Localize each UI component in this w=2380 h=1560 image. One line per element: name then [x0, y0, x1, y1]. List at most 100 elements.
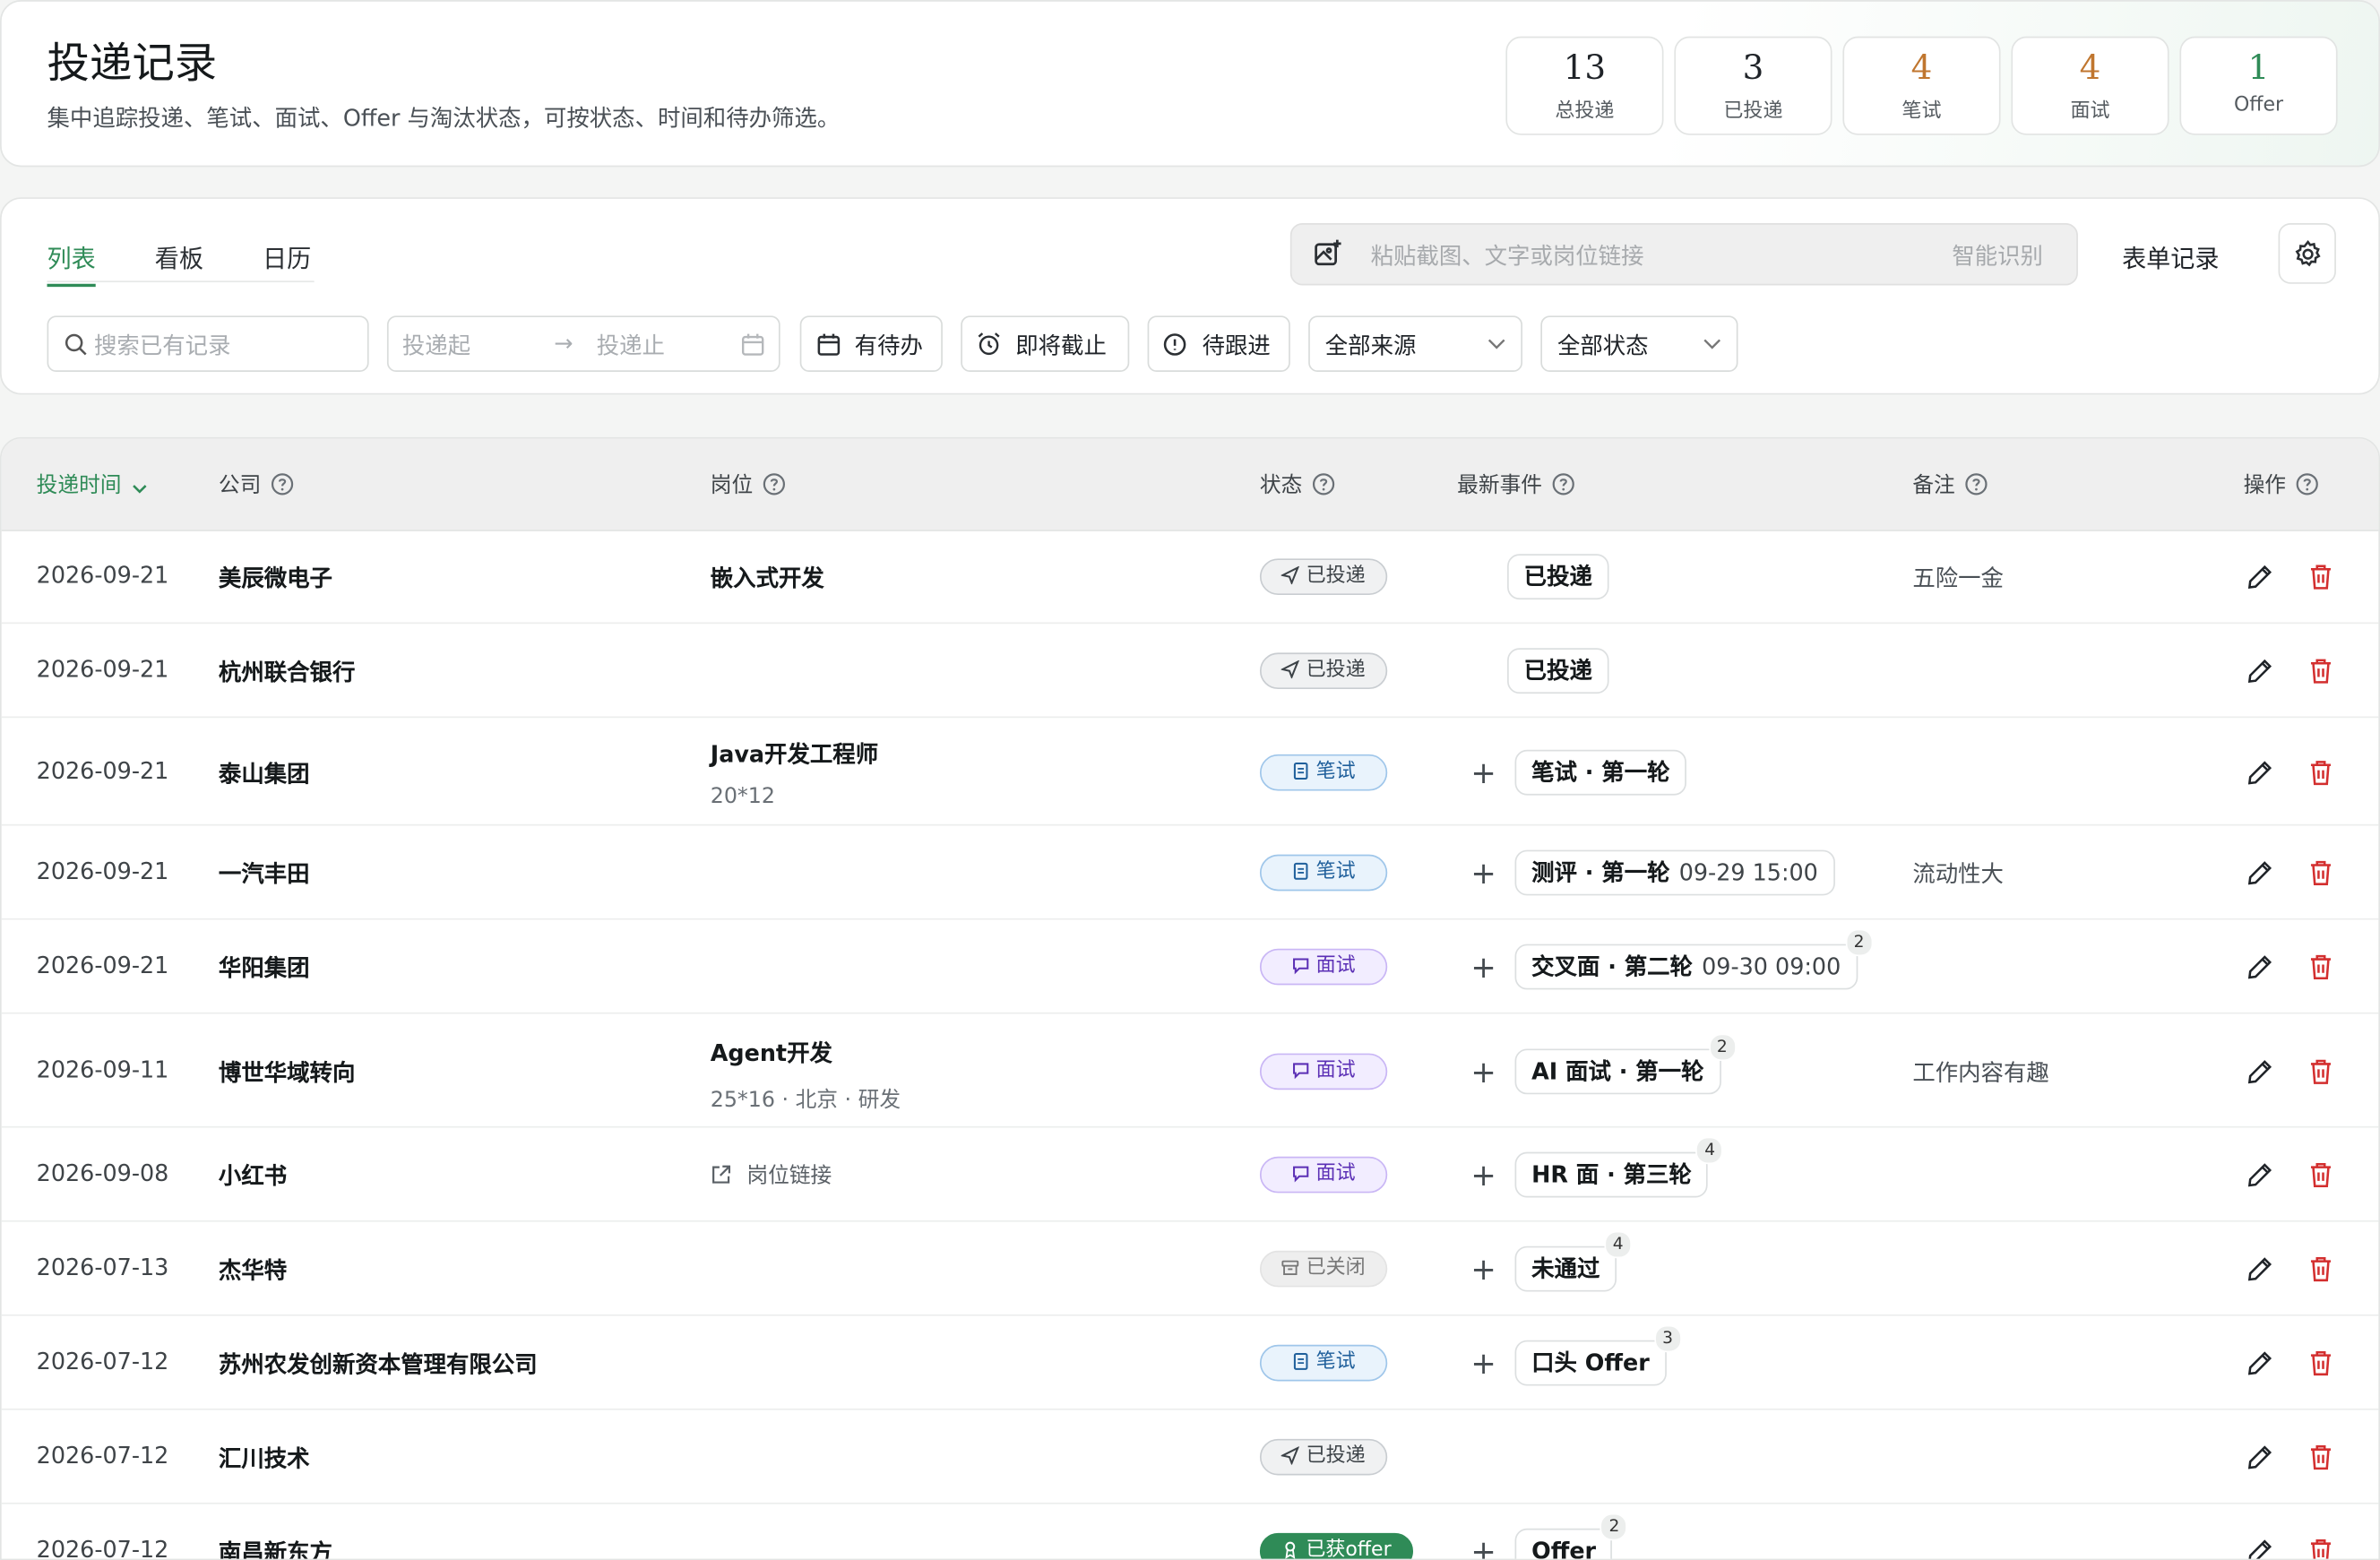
tab-kanban[interactable]: 看板 [155, 238, 203, 284]
form-record-button[interactable]: 表单记录 [2122, 238, 2219, 275]
column-status[interactable]: 状态 [1260, 469, 1336, 499]
status-sent-icon [1281, 565, 1301, 586]
delete-button[interactable] [2308, 1161, 2333, 1194]
followup-filter-button[interactable]: 待跟进 [1147, 315, 1290, 373]
tab-calendar[interactable]: 日历 [263, 238, 311, 284]
smart-recognize-button[interactable]: 智能识别 [1952, 240, 2043, 272]
table-row[interactable]: 2026-09-08 小红书 岗位链接 面试 + HR 面 · 第三轮 4 [1, 1128, 2379, 1222]
table-row[interactable]: 2026-09-21 杭州联合银行 已投递 已投递 [1, 624, 2379, 719]
add-event-button[interactable]: + [1470, 756, 1496, 787]
add-event-button[interactable]: + [1470, 858, 1496, 888]
latest-event-chip[interactable]: 已投递 [1507, 648, 1609, 694]
table-row[interactable]: 2026-09-21 一汽丰田 笔试 + 测评 · 第一轮 09-29 15:00 流动性大 [1, 825, 2379, 920]
delete-button[interactable] [2308, 859, 2333, 892]
date-to-field[interactable]: 投递止 [597, 330, 665, 362]
pencil-icon [2247, 659, 2272, 684]
column-date[interactable]: 投递时间 [37, 469, 149, 499]
status-badge: 笔试 [1259, 1344, 1388, 1382]
edit-button[interactable] [2246, 1161, 2273, 1194]
delete-button[interactable] [2308, 657, 2333, 690]
stat-value: 1 [2247, 49, 2270, 89]
table-row[interactable]: 2026-09-21 泰山集团 Java开发工程师 20*12 笔试 + 笔试 · 第一轮 [1, 718, 2379, 826]
cell-company: 杰华特 [218, 1256, 288, 1285]
table-row[interactable]: 2026-07-12 苏州农发创新资本管理有限公司 笔试 + 口头 Offer 3 [1, 1316, 2379, 1410]
stat-interview[interactable]: 4 面试 [2011, 36, 2169, 135]
help-icon[interactable] [1312, 472, 1336, 496]
column-event[interactable]: 最新事件 [1457, 469, 1575, 499]
latest-event-chip[interactable]: Offer 2 [1514, 1513, 1628, 1559]
page-subtitle: 集中追踪投递、笔试、面试、Offer 与淘汰状态，可按状态、时间和待办筛选。 [47, 104, 841, 133]
chevron-down-icon [1703, 339, 1721, 349]
column-action: 操作 [2244, 469, 2320, 499]
delete-button[interactable] [2308, 1444, 2333, 1477]
column-position[interactable]: 岗位 [711, 469, 787, 499]
edit-button[interactable] [2246, 657, 2273, 690]
event-label: AI 面试 · 第一轮 [1531, 1056, 1704, 1085]
delete-button[interactable] [2308, 1057, 2333, 1090]
delete-button[interactable] [2308, 953, 2333, 987]
status-label: 已投递 [1306, 659, 1366, 682]
table-row[interactable]: 2026-07-13 杰华特 已关闭 + 未通过 4 [1, 1222, 2379, 1316]
column-note-label: 备注 [1912, 473, 1955, 498]
event-count-badge: 2 [1845, 928, 1873, 957]
delete-button[interactable] [2308, 1349, 2333, 1383]
trash-icon [2310, 1445, 2331, 1470]
smart-paste-input[interactable]: 粘贴截图、文字或岗位链接 智能识别 [1289, 223, 2078, 286]
help-icon[interactable] [271, 472, 295, 496]
table-row[interactable]: 2026-09-11 博世华域转向 Agent开发 25*16 · 北京 · 研发 面试… [1, 1014, 2379, 1128]
delete-button[interactable] [2308, 563, 2333, 596]
edit-button[interactable] [2246, 758, 2273, 791]
stat-total[interactable]: 13 总投递 [1505, 36, 1664, 135]
table-row[interactable]: 2026-09-21 华阳集团 面试 + 交叉面 · 第二轮 09-30 09:00 2 [1, 920, 2379, 1014]
latest-event-chip[interactable]: HR 面 · 第三轮 4 [1514, 1136, 1724, 1198]
edit-button[interactable] [2246, 859, 2273, 892]
edit-button[interactable] [2246, 953, 2273, 987]
edit-button[interactable] [2246, 1255, 2273, 1289]
add-event-button[interactable]: + [1470, 1348, 1496, 1378]
edit-button[interactable] [2246, 1349, 2273, 1383]
tab-list[interactable]: 列表 [47, 238, 96, 288]
help-icon[interactable] [762, 472, 786, 496]
latest-event-chip[interactable]: 未通过 4 [1514, 1230, 1632, 1292]
stat-written[interactable]: 4 笔试 [1842, 36, 2001, 135]
help-icon[interactable] [1964, 472, 1988, 496]
date-from-field[interactable]: 投递起 [402, 330, 470, 362]
search-input[interactable]: 搜索已有记录 [47, 315, 369, 373]
add-event-button[interactable]: + [1470, 1056, 1496, 1086]
column-note[interactable]: 备注 [1912, 469, 1988, 499]
date-range-picker[interactable]: 投递起 → 投递止 [386, 315, 780, 373]
stat-offer[interactable]: 1 Offer [2179, 36, 2338, 135]
latest-event-chip[interactable]: 已投递 [1507, 554, 1609, 600]
alarm-clock-icon [978, 332, 1000, 356]
delete-button[interactable] [2308, 1255, 2333, 1289]
help-icon[interactable] [1551, 472, 1575, 496]
edit-button[interactable] [2246, 1057, 2273, 1090]
deadline-filter-button[interactable]: 即将截止 [961, 315, 1130, 373]
status-badge: 已关闭 [1259, 1250, 1388, 1288]
latest-event-chip[interactable]: 交叉面 · 第二轮 09-30 09:00 2 [1514, 928, 1873, 990]
add-event-button[interactable]: + [1470, 1159, 1496, 1190]
stat-sent[interactable]: 3 已投递 [1674, 36, 1832, 135]
add-event-button[interactable]: + [1470, 1536, 1496, 1558]
latest-event-chip[interactable]: AI 面试 · 第一轮 2 [1514, 1032, 1737, 1094]
column-company[interactable]: 公司 [219, 469, 295, 499]
table-row[interactable]: 2026-09-21 美辰微电子 嵌入式开发 已投递 已投递 五险一金 [1, 530, 2379, 625]
latest-event-chip[interactable]: 测评 · 第一轮 09-29 15:00 [1514, 849, 1835, 896]
add-event-button[interactable]: + [1470, 952, 1496, 982]
table-row[interactable]: 2026-07-12 汇川技术 已投递 [1, 1410, 2379, 1504]
latest-event-chip[interactable]: 口头 Offer 3 [1514, 1324, 1682, 1386]
status-select[interactable]: 全部状态 [1540, 315, 1738, 373]
edit-button[interactable] [2246, 1444, 2273, 1477]
latest-event-chip[interactable]: 笔试 · 第一轮 [1514, 748, 1687, 795]
settings-button[interactable] [2278, 223, 2336, 284]
stat-value: 3 [1742, 49, 1764, 89]
add-event-button[interactable]: + [1470, 1254, 1496, 1284]
edit-button[interactable] [2246, 563, 2273, 596]
todo-filter-button[interactable]: 有待办 [799, 315, 943, 373]
table-row[interactable]: 2026-07-12 南昌新东方 已获offer + Offer 2 [2, 1504, 2379, 1559]
source-select[interactable]: 全部来源 [1308, 315, 1522, 373]
job-link[interactable]: 岗位链接 [711, 1159, 832, 1190]
help-icon[interactable] [2295, 472, 2319, 496]
delete-button[interactable] [2308, 758, 2333, 791]
status-badge: 面试 [1259, 1052, 1388, 1090]
